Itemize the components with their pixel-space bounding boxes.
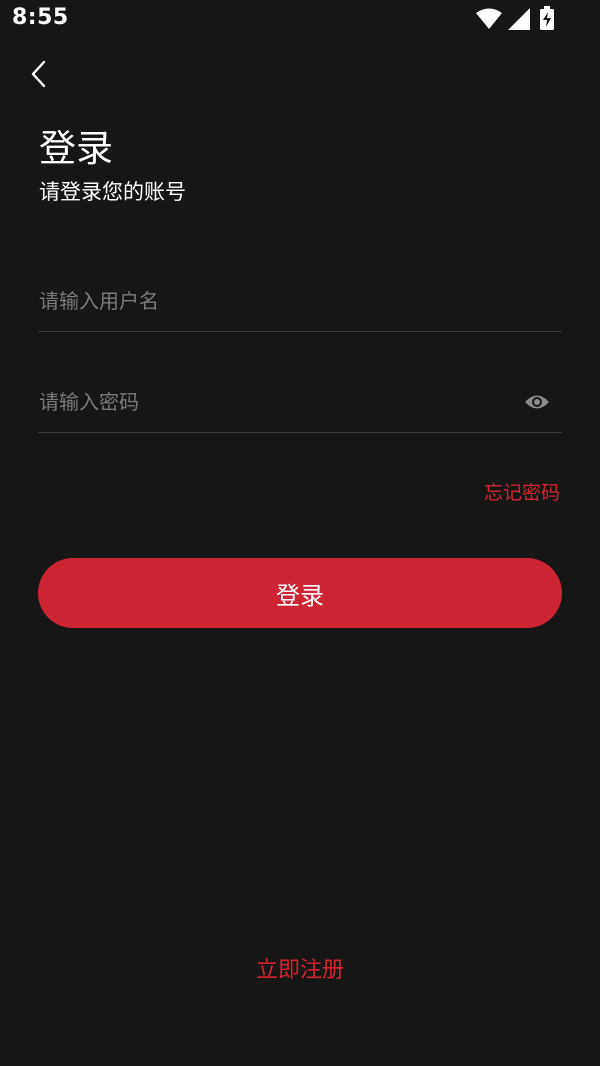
register-link-row: 立即注册 <box>0 952 600 984</box>
password-field <box>38 372 562 433</box>
status-time: 8:55 <box>12 5 69 30</box>
status-bar: 8:55 <box>0 0 600 40</box>
page-subtitle: 请登录您的账号 <box>39 180 186 204</box>
register-link[interactable]: 立即注册 <box>256 958 344 983</box>
back-button[interactable] <box>20 52 60 96</box>
battery-charging-icon <box>540 6 554 30</box>
password-input[interactable] <box>38 372 499 432</box>
wifi-icon <box>476 8 502 29</box>
page-title: 登录 <box>39 127 113 170</box>
username-field <box>38 271 562 332</box>
password-visibility-toggle[interactable] <box>524 390 550 414</box>
status-icons <box>476 0 600 40</box>
username-input[interactable] <box>38 271 499 331</box>
login-button[interactable]: 登录 <box>38 558 562 628</box>
chevron-left-icon <box>31 60 46 88</box>
signal-icon <box>508 8 530 30</box>
forgot-password-link[interactable]: 忘记密码 <box>484 478 560 505</box>
eye-icon <box>525 395 549 409</box>
